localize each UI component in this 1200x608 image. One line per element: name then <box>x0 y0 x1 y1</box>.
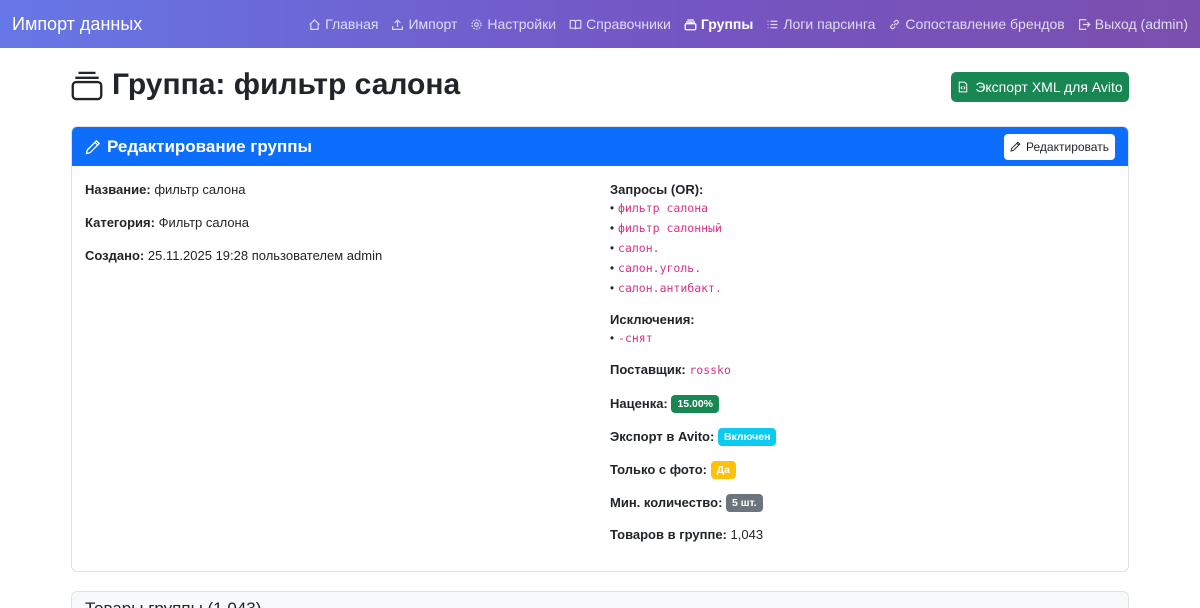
group-name-label: Название: <box>85 182 151 197</box>
nav-item-label: Сопоставление брендов <box>905 16 1065 32</box>
list-icon <box>767 20 778 28</box>
list-item: • салон.антибакт. <box>610 281 722 295</box>
supplier-value: rossko <box>689 363 731 377</box>
group-category-value: Фильтр салона <box>158 215 249 230</box>
supplier-row: Поставщик: rossko <box>610 362 1110 395</box>
edit-button-label: Редактировать <box>1026 139 1109 154</box>
nav-item-brand-mapping[interactable]: Сопоставление брендов <box>888 16 1065 32</box>
group-created-row: Создано: 25.11.2025 19:28 пользователем … <box>85 248 565 281</box>
navbar: Импорт данных Главная Импорт Настройки С… <box>0 0 1200 48</box>
card-title: Редактирование группы <box>85 137 312 157</box>
nav-item-label: Группы <box>700 16 754 32</box>
avito-export-row: Экспорт в Avito: Включен <box>610 428 1110 461</box>
group-info-right: Запросы (OR): • фильтр салона • фильтр сал… <box>610 182 1110 560</box>
pencil-icon <box>85 139 101 154</box>
exclusions-label: Исключения: <box>610 312 695 327</box>
list-item: • фильтр салона <box>610 201 709 215</box>
export-xml-avito-button[interactable]: Экспорт XML для Avito <box>951 72 1129 102</box>
exclusions-block: Исключения: • -снят <box>610 312 1110 351</box>
upload-icon <box>392 18 404 30</box>
photo-only-row: Только с фото: Да <box>610 461 1110 494</box>
nav-item-settings[interactable]: Настройки <box>470 16 556 32</box>
list-item: • салон. <box>610 241 660 255</box>
queries-label: Запросы (OR): <box>610 182 704 197</box>
markup-label: Наценка: <box>610 396 668 411</box>
pencil-icon <box>1010 141 1021 152</box>
list-item: • -снят <box>610 331 653 345</box>
page-title: Группа: фильтр салона <box>70 68 460 102</box>
gear-icon <box>471 18 483 30</box>
group-name-row: Название: фильтр салона <box>85 182 565 215</box>
exclusion-text: -снят <box>618 331 653 345</box>
query-text: салон.антибакт. <box>618 281 722 295</box>
group-products-card: Товары группы (1,043) <box>71 591 1129 608</box>
group-name-value: фильтр салона <box>154 182 246 197</box>
house-icon <box>309 18 320 30</box>
export-button-label: Экспорт XML для Avito <box>975 79 1123 95</box>
avito-export-badge: Включен <box>717 428 777 446</box>
supplier-label: Поставщик: <box>610 362 686 377</box>
photo-only-label: Только с фото: <box>610 462 708 477</box>
group-info-left: Название: фильтр салона Категория: Фильт… <box>85 182 565 281</box>
group-created-label: Создано: <box>85 248 145 263</box>
collection-icon <box>684 18 697 30</box>
group-category-row: Категория: Фильтр салона <box>85 215 565 248</box>
exclusions-list: • -снят <box>610 331 1110 351</box>
nav-item-logout[interactable]: Выход (admin) <box>1078 16 1188 32</box>
markup-badge: 15.00% <box>671 395 720 413</box>
min-qty-row: Мин. количество: 5 шт. <box>610 494 1110 527</box>
queries-block: Запросы (OR): • фильтр салона • фильтр сал… <box>610 182 1110 301</box>
file-code-icon <box>959 81 968 93</box>
items-count-label: Товаров в группе: <box>610 527 727 542</box>
avito-export-label: Экспорт в Avito: <box>610 429 715 444</box>
nav-item-parse-logs[interactable]: Логи парсинга <box>766 16 875 32</box>
navbar-brand[interactable]: Импорт данных <box>12 14 142 35</box>
query-text: фильтр салона <box>618 201 709 215</box>
query-text: салон.уголь. <box>618 261 702 275</box>
logout-icon <box>1078 18 1091 30</box>
edit-button[interactable]: Редактировать <box>1004 133 1115 160</box>
nav-item-references[interactable]: Справочники <box>569 16 671 32</box>
nav-menu: Главная Импорт Настройки Справочники Гру… <box>295 16 1188 32</box>
page-title-text: Группа: фильтр салона <box>112 68 461 101</box>
link-icon <box>890 19 900 29</box>
collection-icon <box>71 71 103 101</box>
nav-item-label: Главная <box>325 16 379 32</box>
card-title-text: Редактирование группы <box>107 136 312 156</box>
book-icon <box>569 19 582 29</box>
list-item: • фильтр салонный <box>610 221 722 235</box>
nav-item-import[interactable]: Импорт <box>391 16 457 32</box>
photo-only-badge: Да <box>710 461 736 479</box>
list-item: • салон.уголь. <box>610 261 702 275</box>
nav-item-label: Справочники <box>586 16 671 32</box>
nav-item-label: Импорт <box>408 16 458 32</box>
query-text: салон. <box>618 241 660 255</box>
card-header: Редактирование группы Редактировать <box>72 127 1128 166</box>
group-edit-card: Редактирование группы Редактировать Назв… <box>71 126 1129 572</box>
markup-row: Наценка: 15.00% <box>610 395 1110 428</box>
min-qty-badge: 5 шт. <box>726 494 763 512</box>
nav-item-label: Настройки <box>487 16 557 32</box>
items-count-row: Товаров в группе: 1,043 <box>610 527 1110 560</box>
min-qty-label: Мин. количество: <box>610 495 723 510</box>
nav-item-home[interactable]: Главная <box>308 16 378 32</box>
queries-list: • фильтр салона • фильтр салонный • салон. … <box>610 201 1110 301</box>
nav-item-label: Логи парсинга <box>783 16 876 32</box>
group-created-value: 25.11.2025 19:28 пользователем admin <box>147 248 383 263</box>
items-count-value: 1,043 <box>730 527 764 542</box>
nav-item-groups[interactable]: Группы <box>684 16 753 32</box>
group-category-label: Категория: <box>85 215 155 230</box>
nav-item-label: Выход (admin) <box>1094 16 1188 32</box>
group-products-title: Товары группы (1,043) <box>85 599 261 608</box>
query-text: фильтр салонный <box>618 221 722 235</box>
